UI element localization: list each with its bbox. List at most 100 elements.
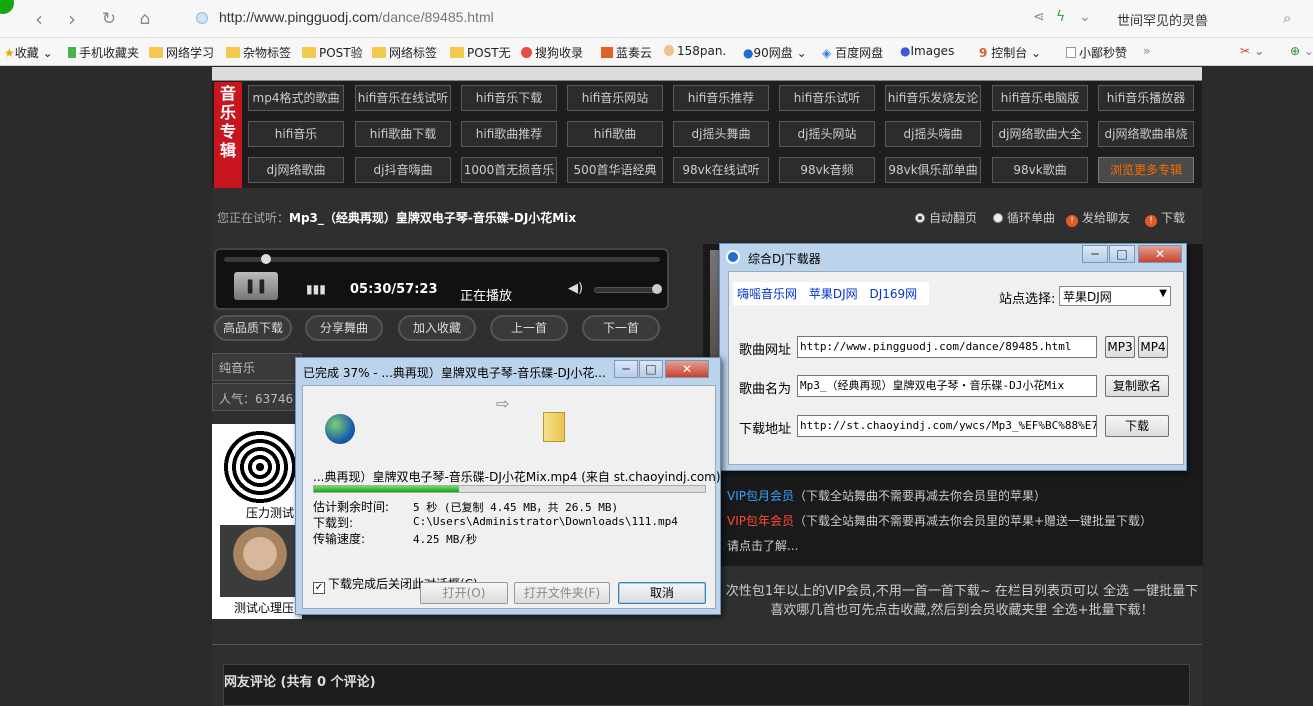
song-name-label: 歌曲名为	[739, 382, 792, 397]
loop-single-radio[interactable]: 循环单曲	[993, 209, 1055, 226]
thumb-title[interactable]: 压力测试	[246, 504, 294, 521]
site-select[interactable]: 苹果DJ网 ▼	[1059, 286, 1171, 306]
bookmark-link[interactable]: ●90网盘 ⌄	[743, 44, 807, 61]
album-link[interactable]: dj网络歌曲	[248, 157, 344, 183]
close-button[interactable]: ✕	[665, 360, 709, 378]
minimize-button[interactable]: ─	[614, 360, 638, 378]
search-box[interactable]: 世间罕见的灵兽	[1117, 10, 1208, 29]
album-link[interactable]: dj网络歌曲大全	[992, 121, 1088, 147]
bookmark-link[interactable]: 蓝奏云	[601, 44, 652, 61]
bookmark-link[interactable]: 小鄙秒赞	[1066, 44, 1127, 61]
download-filename: ...典再现）皇牌双电子琴-音乐碟-DJ小花Mix.mp4 (来自 st.cha…	[313, 470, 721, 484]
album-link[interactable]: hifi音乐电脑版	[992, 85, 1088, 111]
download-button[interactable]: 下载	[1105, 415, 1169, 437]
tools-icon[interactable]: ✂ ⌄	[1240, 44, 1264, 58]
album-link[interactable]: dj抖音嗨曲	[355, 157, 451, 183]
mp3-button[interactable]: MP3	[1105, 336, 1135, 358]
hq-download-button[interactable]: 高品质下载	[214, 315, 292, 341]
close-button[interactable]: ✕	[1138, 245, 1182, 263]
album-link[interactable]: dj网络歌曲串烧	[1098, 121, 1194, 147]
album-link[interactable]: 98vk歌曲	[992, 157, 1088, 183]
back-icon[interactable]: ‹	[27, 7, 51, 31]
vip-monthly[interactable]: VIP包月会员（下载全站舞曲不需要再减去你会员里的苹果）	[727, 487, 1046, 504]
bookmark-folder[interactable]: POST验	[302, 44, 363, 61]
volume-knob[interactable]	[651, 284, 662, 294]
next-track-button[interactable]: 下一首	[582, 315, 660, 341]
download-url-field[interactable]: http://st.chaoyindj.com/ywcs/Mp3_%EF%BC%…	[797, 415, 1097, 437]
send-friend-link[interactable]: ! 发给聊友	[1066, 209, 1130, 227]
bookmark-folder[interactable]: 网络学习	[149, 44, 214, 61]
speed-icon[interactable]: ϟ	[1056, 9, 1065, 25]
bookmark-link[interactable]: 158pan.	[664, 44, 726, 58]
album-link[interactable]: hifi歌曲推荐	[461, 121, 557, 147]
add-favorite-button[interactable]: 加入收藏	[398, 315, 476, 341]
tab-site[interactable]: DJ169网	[869, 287, 917, 301]
minimize-button[interactable]: ─	[1082, 245, 1108, 263]
auto-page-radio[interactable]: 自动翻页	[915, 209, 977, 226]
face-image[interactable]	[220, 525, 300, 597]
maximize-button[interactable]: □	[1109, 245, 1135, 263]
maximize-button[interactable]: □	[639, 360, 663, 378]
volume-track[interactable]	[594, 287, 660, 293]
bookmark-link[interactable]: 9 控制台 ⌄	[979, 44, 1041, 61]
album-link[interactable]: dj摇头嗨曲	[885, 121, 981, 147]
album-link[interactable]: hifi音乐播放器	[1098, 85, 1194, 111]
more-bookmarks-icon[interactable]: »	[1143, 44, 1150, 58]
cancel-button[interactable]: 取消	[618, 582, 706, 604]
album-link[interactable]: 98vk音频	[779, 157, 875, 183]
mp4-button[interactable]: MP4	[1138, 336, 1168, 358]
share-dance-button[interactable]: 分享舞曲	[305, 315, 383, 341]
forward-icon[interactable]: ›	[60, 7, 84, 31]
bookmark-folder[interactable]: POST无	[450, 44, 511, 61]
album-link[interactable]: hifi歌曲	[567, 121, 663, 147]
album-link[interactable]: 500首华语经典	[567, 157, 663, 183]
open-button[interactable]: 打开(O)	[420, 582, 508, 604]
album-link[interactable]: hifi音乐下载	[461, 85, 557, 111]
bookmark-link[interactable]: ◈ 百度网盘	[822, 44, 883, 61]
bookmark-folder[interactable]: 杂物标签	[226, 44, 291, 61]
album-link[interactable]: dj摇头网站	[779, 121, 875, 147]
volume-icon[interactable]: ◀)	[568, 281, 583, 296]
album-link[interactable]: hifi音乐试听	[779, 85, 875, 111]
home-icon[interactable]: ⌂	[133, 7, 157, 31]
album-link[interactable]: 98vk俱乐部单曲	[885, 157, 981, 183]
song-name-field[interactable]: Mp3_（经典再现）皇牌双电子琴・音乐碟-DJ小花Mix	[797, 375, 1097, 397]
extension-icon[interactable]: ⊕ ⌄	[1290, 44, 1313, 58]
bookmark-favorites[interactable]: ★收藏 ⌄	[4, 44, 53, 61]
open-folder-button[interactable]: 打开文件夹(F)	[514, 582, 610, 604]
more-albums-button[interactable]: 浏览更多专辑	[1098, 157, 1194, 183]
progress-track[interactable]	[224, 257, 660, 262]
album-link[interactable]: hifi音乐在线试听	[355, 85, 451, 111]
vip-learn-more[interactable]: 请点击了解...	[727, 537, 798, 554]
browser-logo-icon	[0, 0, 14, 14]
vip-yearly[interactable]: VIP包年会员（下载全站舞曲不需要再减去你会员里的苹果+赠送一键批量下载）	[727, 512, 1152, 529]
song-url-field[interactable]: http://www.pingguodj.com/dance/89485.htm…	[797, 336, 1097, 358]
progress-knob[interactable]	[260, 254, 271, 264]
tab-site[interactable]: 苹果DJ网	[809, 287, 858, 301]
album-link[interactable]: hifi歌曲下载	[355, 121, 451, 147]
album-link[interactable]: hifi音乐发烧友论	[885, 85, 981, 111]
bookmark-mobile[interactable]: 手机收藏夹	[68, 44, 139, 61]
pause-button[interactable]: ❚❚	[234, 272, 278, 300]
album-link[interactable]: hifi音乐	[248, 121, 344, 147]
thumb-title[interactable]: 测试心理压	[234, 599, 294, 616]
bookmark-link[interactable]: ●Images	[900, 44, 954, 58]
bookmark-link[interactable]: 搜狗收录	[521, 44, 583, 61]
address-bar[interactable]: http://www.pingguodj.com/dance/89485.htm…	[219, 9, 494, 25]
album-link[interactable]: hifi音乐网站	[567, 85, 663, 111]
prev-track-button[interactable]: 上一首	[490, 315, 568, 341]
album-link[interactable]: mp4格式的歌曲	[248, 85, 344, 111]
album-link[interactable]: hifi音乐推荐	[673, 85, 769, 111]
refresh-icon[interactable]: ↻	[97, 7, 121, 31]
download-link[interactable]: ! 下载	[1145, 209, 1185, 227]
album-link[interactable]: 98vk在线试听	[673, 157, 769, 183]
dropdown-chevron-icon[interactable]: ⌄	[1079, 9, 1091, 25]
tab-site[interactable]: 嗨嗂音乐网	[737, 287, 797, 301]
album-link[interactable]: dj摇头舞曲	[673, 121, 769, 147]
share-icon[interactable]: ⋖	[1033, 9, 1045, 25]
spiral-image[interactable]	[220, 428, 300, 506]
bookmark-folder[interactable]: 网络标签	[372, 44, 437, 61]
copy-name-button[interactable]: 复制歌名	[1105, 375, 1169, 397]
search-icon[interactable]: ⌕	[1283, 9, 1291, 27]
album-link[interactable]: 1000首无损音乐	[461, 157, 557, 183]
